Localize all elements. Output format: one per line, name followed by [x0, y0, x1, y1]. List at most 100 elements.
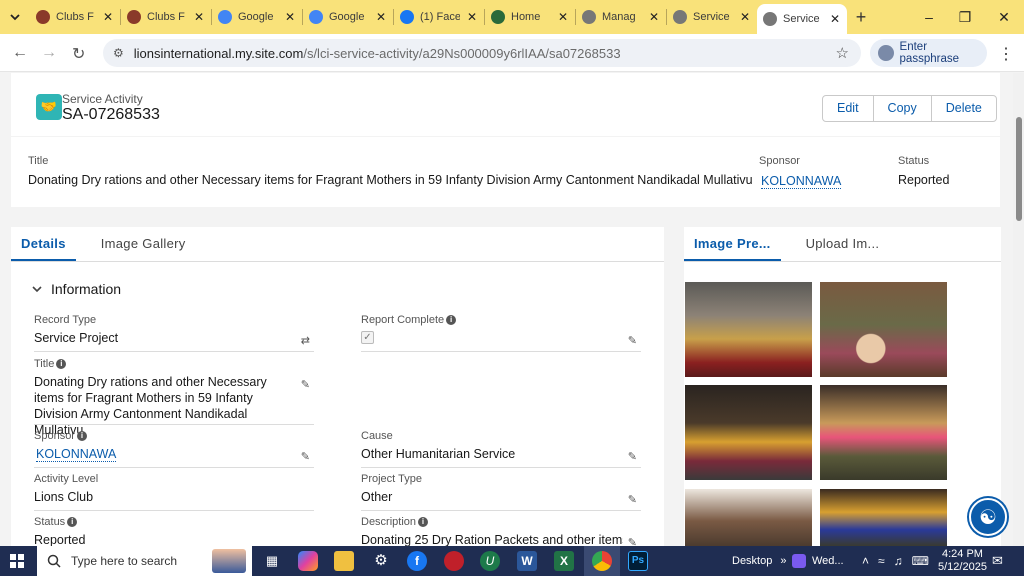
edit-report-complete-pencil-icon[interactable]: ✎ [628, 334, 637, 347]
info-icon[interactable]: i [446, 315, 457, 326]
reload-icon[interactable]: ↻ [72, 44, 85, 64]
back-icon[interactable]: ← [12, 44, 28, 62]
photoshop-icon[interactable]: Ps [628, 551, 648, 571]
tab-image-gallery[interactable]: Image Gallery [91, 227, 196, 262]
gallery-photo[interactable] [685, 489, 812, 546]
maximize-button[interactable]: ❐ [946, 0, 984, 34]
browser-tab[interactable]: Home ✕ [485, 4, 575, 30]
page-scrollbar[interactable] [1013, 73, 1024, 546]
tab-upload-image[interactable]: Upload Im... [796, 227, 890, 262]
page-content: 🤝 Service Activity SA-07268533 Edit Copy… [0, 73, 1013, 546]
info-icon[interactable]: i [56, 359, 67, 370]
keyboard-icon[interactable]: ⌨ [912, 554, 929, 568]
address-bar[interactable]: ⚙ lionsinternational.my.site.com/s/lci-s… [103, 39, 861, 67]
notifications-icon[interactable]: ✉ [992, 546, 1003, 576]
close-tab-icon[interactable]: ✕ [102, 10, 114, 24]
globe-icon [582, 10, 596, 24]
gallery-photo[interactable] [820, 489, 947, 546]
tab-image-preview[interactable]: Image Pre... [684, 227, 781, 262]
edit-title-pencil-icon[interactable]: ✎ [301, 378, 310, 391]
browser-menu-icon[interactable]: ⋮ [998, 44, 1014, 64]
highlight-title-value: Donating Dry rations and other Necessary… [28, 173, 753, 187]
lions-icon [127, 10, 141, 24]
task-view-icon[interactable]: ▦ [262, 551, 282, 571]
edit-project-type-pencil-icon[interactable]: ✎ [628, 493, 637, 506]
browser-tab[interactable]: (1) Face ✕ [394, 4, 484, 30]
browser-tab[interactable]: Clubs F ✕ [121, 4, 211, 30]
browser-tab[interactable]: Google ✕ [212, 4, 302, 30]
site-info-icon[interactable]: ⚙ [113, 46, 124, 60]
delete-button[interactable]: Delete [932, 96, 996, 121]
report-complete-checkbox[interactable]: ✓ [361, 331, 374, 344]
excel-icon[interactable]: X [554, 551, 574, 571]
close-tab-icon[interactable]: ✕ [193, 10, 205, 24]
settings-gear-icon[interactable]: ⚙ [371, 551, 391, 571]
gallery-photo[interactable] [820, 282, 947, 377]
sponsor-link[interactable]: KOLONNAWA [36, 447, 117, 462]
new-tab-button[interactable]: + [847, 7, 875, 28]
close-tab-icon[interactable]: ✕ [829, 12, 841, 26]
chevron-right-icon: » [780, 555, 787, 567]
gallery-photo[interactable] [685, 385, 812, 480]
close-tab-icon[interactable]: ✕ [466, 10, 478, 24]
globe-icon [763, 12, 777, 26]
passphrase-button[interactable]: Enter passphrase [870, 39, 987, 67]
highlight-sponsor-label: Sponsor [759, 155, 800, 167]
change-record-type-icon[interactable]: ⇄ [301, 334, 310, 347]
edit-button[interactable]: Edit [823, 96, 874, 121]
information-section-header[interactable]: Information [31, 281, 121, 297]
tab-title: Manag [602, 11, 636, 23]
profile-avatar-icon [878, 45, 894, 61]
chevron-up-icon[interactable]: ˄ [862, 554, 869, 568]
speaker-icon[interactable]: ♫ [894, 554, 903, 568]
chrome-taskbar-active[interactable] [584, 546, 620, 576]
copy-button[interactable]: Copy [874, 96, 932, 121]
close-tab-icon[interactable]: ✕ [557, 10, 569, 24]
close-tab-icon[interactable]: ✕ [739, 10, 751, 24]
record-object-label: Service Activity [62, 92, 143, 106]
info-icon[interactable]: i [67, 517, 78, 528]
file-explorer-icon[interactable] [334, 551, 354, 571]
taskbar-search-box[interactable]: Type here to search [37, 546, 252, 576]
activity-level-label: Activity Level [34, 473, 99, 485]
highlight-sponsor-link[interactable]: KOLONNAWA [761, 174, 842, 189]
desktop-toolbar-label[interactable]: Desktop» [732, 546, 786, 576]
close-tab-icon[interactable]: ✕ [284, 10, 296, 24]
scrollbar-thumb[interactable] [1016, 117, 1022, 221]
info-icon[interactable]: i [418, 517, 429, 528]
info-icon[interactable]: i [76, 431, 87, 442]
close-window-button[interactable]: ✕ [985, 0, 1023, 34]
clock[interactable]: 4:24 PM 5/12/2025 [938, 546, 987, 576]
highlight-status-value: Reported [898, 173, 950, 187]
browser-tab[interactable]: Clubs F ✕ [30, 4, 120, 30]
browser-tab[interactable]: Google ✕ [303, 4, 393, 30]
bookmark-star-icon[interactable]: ☆ [836, 44, 849, 62]
minimize-button[interactable]: – [910, 0, 948, 34]
search-highlight-icon [212, 549, 246, 573]
close-tab-icon[interactable]: ✕ [375, 10, 387, 24]
gallery-photo[interactable] [685, 282, 812, 377]
edit-sponsor-pencil-icon[interactable]: ✎ [301, 450, 310, 463]
record-header: 🤝 Service Activity SA-07268533 Edit Copy… [11, 73, 1000, 136]
tab-details[interactable]: Details [11, 227, 76, 262]
close-tab-icon[interactable]: ✕ [648, 10, 660, 24]
edit-description-pencil-icon[interactable]: ✎ [628, 536, 637, 546]
edit-cause-pencil-icon[interactable]: ✎ [628, 450, 637, 463]
facebook-icon[interactable]: f [407, 551, 427, 571]
word-icon[interactable]: W [517, 551, 537, 571]
clock-time: 4:24 PM [941, 548, 983, 560]
weather-widget[interactable]: Wed... [792, 546, 844, 576]
accessibility-icon[interactable]: ☯ [969, 498, 1007, 536]
wifi-icon[interactable]: ≈ [878, 554, 885, 568]
project-type-label: Project Type [361, 473, 422, 485]
copilot-icon[interactable] [298, 551, 318, 571]
upwork-icon[interactable]: U [480, 551, 500, 571]
app-icon[interactable] [444, 551, 464, 571]
forward-icon[interactable]: → [41, 44, 57, 62]
browser-tab[interactable]: Service ✕ [757, 4, 847, 34]
gallery-photo[interactable] [820, 385, 947, 480]
windows-start-icon[interactable] [10, 554, 24, 571]
browser-tab[interactable]: Service ✕ [667, 4, 757, 30]
tab-search-chevron-icon[interactable] [0, 0, 30, 34]
browser-tab[interactable]: Manag ✕ [576, 4, 666, 30]
